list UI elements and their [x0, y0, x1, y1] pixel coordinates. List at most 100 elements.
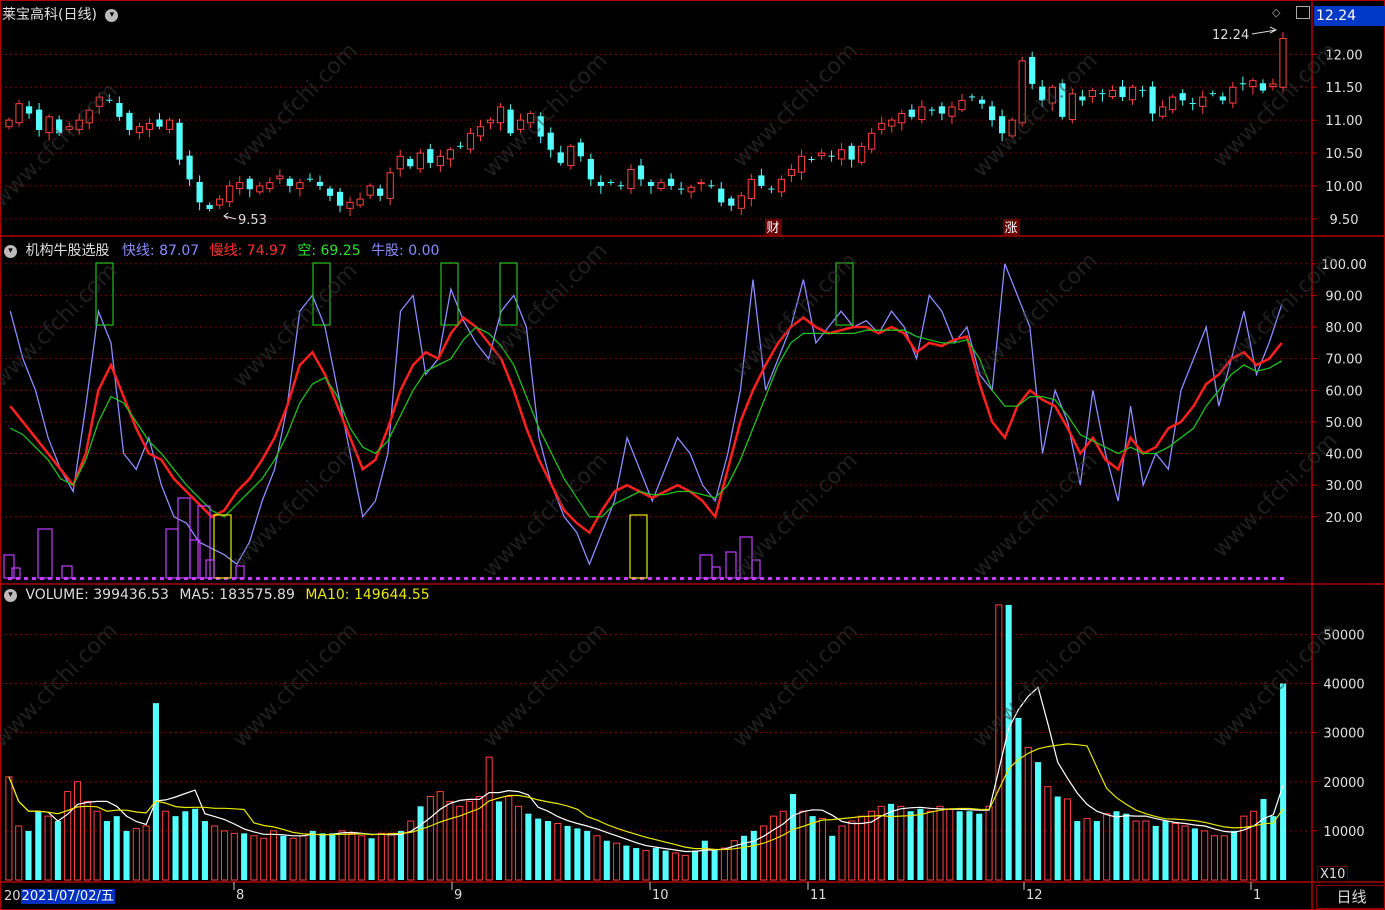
candle-down — [457, 145, 464, 147]
volume-bar-up — [64, 791, 72, 881]
ma5-line — [8, 686, 1284, 853]
slow-label: 慢线: — [209, 243, 243, 259]
window-icon[interactable] — [1296, 6, 1310, 19]
candle-up — [777, 178, 786, 193]
volume-bar-down — [574, 828, 581, 880]
candle-down — [768, 188, 775, 190]
signal-histogram-bar — [699, 554, 713, 579]
bull-baseline-dot — [920, 577, 924, 580]
candle-down — [377, 188, 384, 196]
bull-baseline-dot — [608, 577, 612, 580]
volume-bar-up — [211, 825, 219, 881]
volume-bar-down — [54, 821, 61, 880]
volume-bar-down — [241, 833, 248, 880]
volume-bar-down — [368, 838, 375, 880]
watermark-text: www.cfchi.com — [968, 248, 1102, 382]
volume-bar-up — [1024, 746, 1032, 881]
volume-bar-down — [829, 835, 836, 880]
volume-bar-down — [789, 794, 797, 880]
candle-down — [1149, 86, 1156, 114]
stock-title: 莱宝高科(日线) — [2, 7, 97, 23]
volume-bar-up — [446, 800, 454, 881]
signal-histogram-bar — [177, 497, 191, 579]
volume-bar-down — [1035, 762, 1042, 880]
indicator-tick-label: 50.00 — [1325, 416, 1362, 431]
candle-down — [1099, 93, 1106, 95]
volume-bar-up — [946, 808, 954, 881]
candle-up — [1158, 106, 1167, 117]
bull-baseline-dot — [912, 577, 916, 580]
empty-label: 空: — [297, 243, 317, 259]
candle-down — [667, 178, 675, 186]
ma5-value: 183575.89 — [219, 587, 295, 603]
bull-baseline-dot — [1176, 577, 1180, 580]
candle-up — [346, 201, 354, 209]
diamond-icon[interactable]: ◇ — [1272, 6, 1284, 19]
bull-baseline-dot — [688, 577, 692, 580]
volume-bar-down — [495, 801, 503, 880]
bull-baseline-dot — [312, 577, 316, 580]
candle-up — [366, 185, 374, 196]
volume-bar-down — [691, 850, 699, 880]
bull-baseline-dot — [264, 577, 268, 580]
current-price-badge: 12.24 — [1314, 6, 1385, 26]
zoom-x10-label[interactable]: X10 — [1317, 866, 1349, 883]
bull-baseline-dot — [104, 577, 108, 580]
chevron-down-icon[interactable]: ▾ — [4, 244, 17, 258]
bull-baseline-dot — [96, 577, 100, 580]
signal-histogram-bar — [711, 566, 721, 579]
price-tick-label: 10.50 — [1325, 147, 1362, 162]
candle-down — [938, 106, 946, 114]
volume-bar-up — [818, 818, 826, 881]
chevron-down-icon[interactable]: ▾ — [4, 588, 17, 602]
volume-bar-up — [671, 852, 679, 881]
volume-bar-down — [329, 833, 336, 880]
bull-baseline-dot — [1040, 577, 1044, 580]
candle-down — [577, 142, 584, 157]
volume-bar-down — [603, 840, 610, 880]
volume-bar-down — [662, 850, 669, 880]
candle-up — [787, 168, 796, 176]
chevron-down-icon[interactable]: ▾ — [105, 8, 119, 22]
volume-bar-down — [1074, 821, 1081, 880]
bull-baseline-dot — [1120, 577, 1124, 580]
volume-bar-down — [25, 830, 32, 880]
candle-down — [1259, 83, 1267, 91]
chart-canvas[interactable]: 9.5010.0010.5011.0011.5012.0020.0030.004… — [0, 0, 1385, 910]
volume-bar-up — [838, 825, 846, 881]
volume-bar-up — [760, 825, 768, 881]
candle-up — [888, 119, 896, 127]
bull-baseline-dot — [1080, 577, 1084, 580]
date-axis-start: 202021/07/02/五 — [4, 885, 115, 904]
volume-bar-up — [926, 810, 934, 881]
bull-baseline-dot — [968, 577, 972, 580]
watermark-text: www.cfchi.com — [228, 258, 362, 392]
signal-histogram-bar — [37, 528, 53, 579]
bull-baseline-dot — [824, 577, 828, 580]
fast-value: 87.07 — [159, 243, 200, 259]
bull-baseline-dot — [1064, 577, 1068, 580]
volume-bar-down — [1231, 830, 1238, 880]
bull-baseline-dot — [24, 577, 28, 580]
bull-baseline-dot — [368, 577, 372, 580]
bull-baseline-dot — [1000, 577, 1004, 580]
candle-up — [386, 172, 394, 199]
bull-baseline-dot — [1048, 577, 1052, 580]
volume-bar-down — [152, 703, 159, 880]
period-tab[interactable]: 日线 — [1316, 885, 1385, 909]
candle-down — [25, 106, 33, 114]
candle-down — [988, 106, 996, 121]
volume-bar-up — [44, 815, 52, 881]
candle-up — [256, 185, 264, 193]
high-annotation: 12.24 — [1212, 28, 1249, 43]
candle-down — [557, 152, 564, 163]
volume-bar-up — [1103, 813, 1111, 881]
bull-baseline-dot — [448, 577, 452, 580]
bull-baseline-dot — [976, 577, 980, 580]
stock-chart-window: 9.50 10.00 10.50 11.00 11.50 12.00 20.00 30.00 4… — [0, 0, 1385, 910]
bottom-signal-box — [213, 514, 232, 579]
volume-bar-down — [417, 806, 424, 880]
bull-baseline-dot — [1136, 577, 1140, 580]
bull-baseline-dot — [664, 577, 668, 580]
bull-baseline-dot — [1200, 577, 1204, 580]
